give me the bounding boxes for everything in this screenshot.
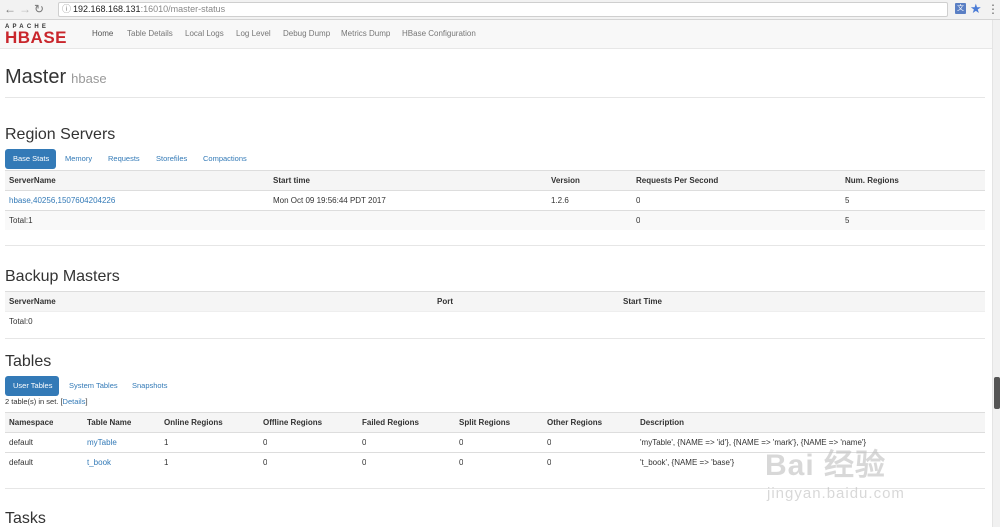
tables-count-note: 2 table(s) in set. [Details] <box>5 397 88 406</box>
version: 1.2.6 <box>551 196 569 205</box>
divider <box>5 338 985 339</box>
hbase-logo[interactable]: APACHE HBASE <box>5 24 77 47</box>
tab-storefiles[interactable]: Storefiles <box>148 149 195 169</box>
backup-masters-title: Backup Masters <box>5 268 120 285</box>
tab-requests[interactable]: Requests <box>100 149 148 169</box>
tab-compactions[interactable]: Compactions <box>195 149 255 169</box>
online-regions: 1 <box>164 438 169 447</box>
namespace: default <box>9 458 34 467</box>
column-header[interactable]: Online Regions <box>164 413 223 432</box>
browser-toolbar: ← → ↻ ⓘ 192.168.168.131:16010/master-sta… <box>0 0 1000 20</box>
divider <box>5 97 985 98</box>
column-header: ServerName <box>9 297 56 306</box>
column-header[interactable]: ServerName <box>9 171 56 190</box>
other-regions: 0 <box>547 438 552 447</box>
description: 't_book', {NAME => 'base'} <box>640 458 735 467</box>
split-regions: 0 <box>459 438 464 447</box>
tab-base-stats[interactable]: Base Stats <box>5 149 56 169</box>
nav-home[interactable]: Home <box>92 29 113 38</box>
column-header[interactable]: Start time <box>273 171 310 190</box>
page-title: Master hbase <box>5 66 107 89</box>
table-name-link[interactable]: myTable <box>87 433 117 452</box>
region-servers-title: Region Servers <box>5 126 116 143</box>
url-host: 192.168.168.131 <box>73 4 141 14</box>
translate-icon[interactable]: 文 <box>955 3 966 14</box>
reload-icon[interactable]: ↻ <box>34 2 44 16</box>
page-scrollbar[interactable] <box>992 20 1000 527</box>
column-header[interactable]: Namespace <box>9 413 53 432</box>
details-link[interactable]: Details <box>63 397 86 406</box>
total-label: Total:1 <box>9 216 33 225</box>
watermark-main-text: Bai 经验 <box>765 449 887 482</box>
offline-regions: 0 <box>263 458 268 467</box>
page-info-icon[interactable]: ⓘ <box>62 3 71 16</box>
column-header: Port <box>437 297 453 306</box>
table-header-row: Namespace Table Name Online Regions Offl… <box>5 412 985 432</box>
note-suffix: ] <box>85 397 88 406</box>
tab-system-tables[interactable]: System Tables <box>61 376 126 396</box>
scrollbar-thumb[interactable] <box>994 377 1000 409</box>
other-regions: 0 <box>547 458 552 467</box>
nav-hbase-configuration[interactable]: HBase Configuration <box>402 29 476 38</box>
nav-local-logs[interactable]: Local Logs <box>185 29 224 38</box>
tab-memory[interactable]: Memory <box>57 149 100 169</box>
nav-log-level[interactable]: Log Level <box>236 29 271 38</box>
table-header-row: ServerName Start time Version Requests P… <box>5 170 985 190</box>
browser-menu-icon[interactable]: ⋮ <box>987 2 999 16</box>
url-path: :16010/master-status <box>140 4 226 14</box>
column-header[interactable]: Table Name <box>87 413 131 432</box>
tab-snapshots[interactable]: Snapshots <box>124 376 175 396</box>
failed-regions: 0 <box>362 458 367 467</box>
logo-hbase-text: HBASE <box>5 28 68 47</box>
column-header[interactable]: Failed Regions <box>362 413 419 432</box>
column-header[interactable]: Offline Regions <box>263 413 322 432</box>
failed-regions: 0 <box>362 438 367 447</box>
tables-title: Tables <box>5 353 52 370</box>
nav-metrics-dump[interactable]: Metrics Dump <box>341 29 390 38</box>
column-header[interactable]: Description <box>640 413 684 432</box>
column-header[interactable]: Requests Per Second <box>636 171 718 190</box>
forward-arrow-icon[interactable]: → <box>19 2 31 16</box>
table-name-link[interactable]: t_book <box>87 453 111 472</box>
tab-user-tables[interactable]: User Tables <box>5 376 59 396</box>
watermark-sub-text: jingyan.baidu.com <box>767 485 905 502</box>
server-name-link[interactable]: hbase,40256,1507604204226 <box>9 191 115 210</box>
page-title-text: Master <box>5 66 67 88</box>
total-regions: 5 <box>845 216 850 225</box>
note-prefix: 2 table(s) in set. [ <box>5 397 63 406</box>
column-header[interactable]: Other Regions <box>547 413 602 432</box>
table-header-row: ServerName Port Start Time <box>5 291 985 311</box>
column-header: Start Time <box>623 297 662 306</box>
table-total-row: Total:0 <box>5 311 985 331</box>
top-navbar: APACHE HBASE Home Table Details Local Lo… <box>0 20 992 49</box>
split-regions: 0 <box>459 458 464 467</box>
back-arrow-icon[interactable]: ← <box>4 2 16 16</box>
table-row: hbase,40256,1507604204226 Mon Oct 09 19:… <box>5 190 985 210</box>
column-header[interactable]: Split Regions <box>459 413 510 432</box>
nav-table-details[interactable]: Table Details <box>127 29 173 38</box>
divider <box>5 245 985 246</box>
total-label: Total:0 <box>9 317 33 326</box>
nav-debug-dump[interactable]: Debug Dump <box>283 29 330 38</box>
requests-per-second: 0 <box>636 196 641 205</box>
start-time: Mon Oct 09 19:56:44 PDT 2017 <box>273 196 386 205</box>
column-header[interactable]: Version <box>551 171 580 190</box>
page-subtitle: hbase <box>71 71 107 86</box>
online-regions: 1 <box>164 458 169 467</box>
baidu-watermark: Bai 经验 jingyan.baidu.com <box>765 440 965 510</box>
namespace: default <box>9 438 34 447</box>
num-regions: 5 <box>845 196 850 205</box>
table-total-row: Total:1 0 5 <box>5 210 985 230</box>
tasks-title: Tasks <box>5 510 46 527</box>
column-header[interactable]: Num. Regions <box>845 171 899 190</box>
bookmark-star-icon[interactable]: ★ <box>970 1 982 17</box>
offline-regions: 0 <box>263 438 268 447</box>
address-bar[interactable]: ⓘ 192.168.168.131:16010/master-status <box>58 2 948 17</box>
total-requests: 0 <box>636 216 641 225</box>
